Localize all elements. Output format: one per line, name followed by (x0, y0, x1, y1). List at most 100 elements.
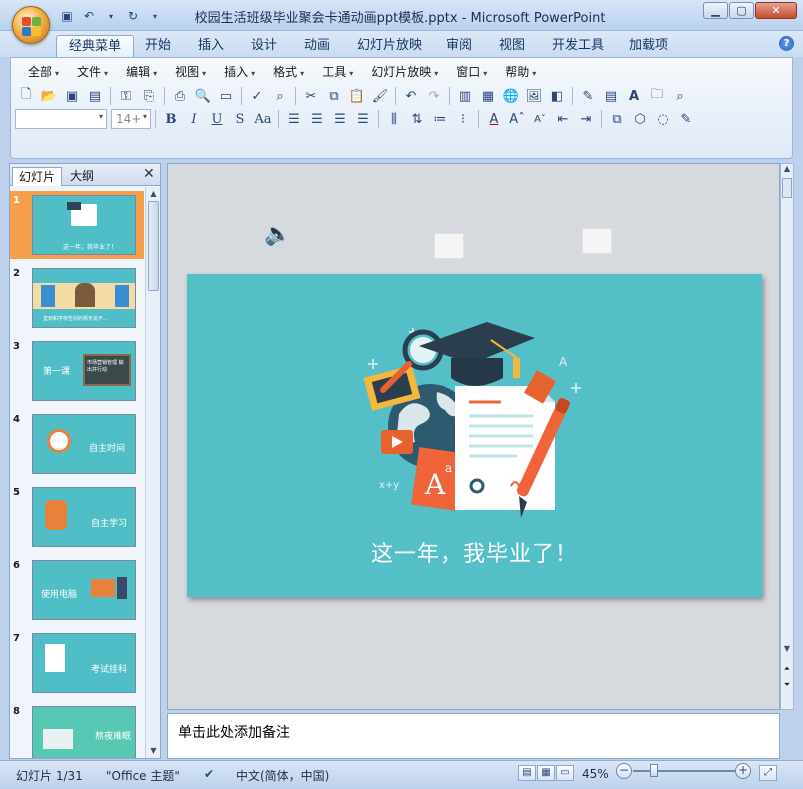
tab-slideshow[interactable]: 幻灯片放映 (345, 35, 434, 57)
fit-to-window-icon[interactable]: ⤢ (759, 765, 777, 781)
menu-help[interactable]: 帮助 ▾ (496, 64, 545, 80)
slideshow-view-icon[interactable]: ▭ (556, 765, 574, 781)
table-icon[interactable]: ▦ (477, 85, 499, 107)
tab-animations[interactable]: 动画 (292, 35, 342, 57)
attach-icon[interactable]: ⎘ (138, 85, 160, 107)
tab-insert[interactable]: 插入 (186, 35, 236, 57)
slide-thumbnail-2[interactable]: 2 直到和学校告别的那天说不... (10, 264, 144, 332)
effects-icon[interactable]: ◌ (652, 108, 674, 130)
arrange-icon[interactable]: ⧉ (606, 108, 628, 130)
align-right-icon[interactable]: ☰ (329, 108, 351, 130)
decrease-indent-icon[interactable]: ⇤ (552, 108, 574, 130)
scroll-down-icon[interactable]: ▼ (146, 744, 161, 758)
columns-icon[interactable]: ⫼ (383, 108, 405, 130)
print-icon[interactable]: ⎙ (169, 85, 191, 107)
draw-icon[interactable]: ✎ (675, 108, 697, 130)
thumbnail-scrollbar[interactable]: ▲ ▼ (145, 187, 160, 758)
pane-close-icon[interactable]: ✕ (143, 166, 155, 182)
open-icon[interactable]: 📂 (38, 85, 60, 107)
justify-icon[interactable]: ☰ (352, 108, 374, 130)
placeholder-box[interactable] (434, 233, 464, 259)
paste-icon[interactable]: 📋 (346, 85, 368, 107)
slide-sorter-view-icon[interactable]: ▦ (537, 765, 555, 781)
permission-icon[interactable]: ⚿ (115, 85, 137, 107)
research-icon[interactable]: ⌕ (269, 85, 291, 107)
theme-name[interactable]: "Office 主题" (106, 767, 180, 784)
bullets-icon[interactable]: ⁝ (452, 108, 474, 130)
menu-view[interactable]: 视图 ▾ (166, 64, 215, 80)
zoom-in-icon[interactable]: + (735, 763, 751, 779)
tab-design[interactable]: 设计 (239, 35, 289, 57)
color-grayscale-icon[interactable]: ◧ (546, 85, 568, 107)
zoom-level[interactable]: 45% (582, 767, 609, 781)
slide-thumbnail-6[interactable]: 6 使用电脑 (10, 556, 144, 624)
print-preview-icon[interactable]: 🔍 (192, 85, 214, 107)
italic-icon[interactable]: I (183, 108, 205, 130)
office-button[interactable] (12, 6, 50, 44)
save-icon[interactable]: ▣ (61, 85, 83, 107)
help-icon[interactable]: ? (779, 36, 794, 51)
align-left-icon[interactable]: ☰ (283, 108, 305, 130)
tab-slides[interactable]: 幻灯片 (12, 167, 63, 186)
shapes-icon[interactable]: ⬡ (629, 108, 651, 130)
grow-font-icon[interactable]: Aˆ (506, 108, 528, 130)
spelling-check-icon[interactable]: ✔ (204, 767, 214, 781)
slide-title[interactable]: 这一年，我毕业了！ (187, 536, 762, 568)
dropdown-icon[interactable]: ▾ (102, 7, 120, 25)
change-case-icon[interactable]: Aa (252, 108, 274, 130)
redo-icon[interactable]: ↻ (124, 7, 142, 25)
hyperlink-icon[interactable]: 🌐 (500, 85, 522, 107)
save-as-icon[interactable]: ▤ (84, 85, 106, 107)
next-slide-icon[interactable]: ⏷ (781, 680, 793, 692)
slide-sorter-icon[interactable]: ▭ (215, 85, 237, 107)
new-icon[interactable]: 🗋 (15, 85, 37, 107)
undo-icon[interactable]: ↶ (400, 85, 422, 107)
notes-pane[interactable]: 单击此处添加备注 (167, 713, 780, 759)
new-slide-icon[interactable]: ✎ (577, 85, 599, 107)
font-name-select[interactable]: ▾ (15, 109, 107, 129)
slide-thumbnail-4[interactable]: 4 自主时间 (10, 410, 144, 478)
tab-classic-menu[interactable]: 经典菜单 (56, 35, 135, 57)
slide-thumbnail-1[interactable]: 1 这一年，我毕业了！ (10, 191, 144, 259)
scroll-up-icon[interactable]: ▲ (781, 164, 793, 176)
slide-thumbnail-5[interactable]: 5 自主学习 (10, 483, 144, 551)
shrink-font-icon[interactable]: Aˇ (529, 108, 551, 130)
copy-icon[interactable]: ⧉ (323, 85, 345, 107)
font-color-icon[interactable]: A (483, 108, 505, 130)
bold-icon[interactable]: B (160, 108, 182, 130)
format-painter-icon[interactable]: 🖌 (369, 85, 391, 107)
menu-insert[interactable]: 插入 ▾ (215, 64, 264, 80)
previous-slide-icon[interactable]: ⏶ (781, 664, 793, 676)
menu-edit[interactable]: 编辑 ▾ (117, 64, 166, 80)
tab-outline[interactable]: 大纲 (64, 167, 100, 186)
slide-thumbnail-8[interactable]: 8 熬夜难眠 (10, 702, 144, 758)
numbering-icon[interactable]: ≔ (429, 108, 451, 130)
maximize-button[interactable]: ▢ (729, 2, 754, 19)
redo-icon[interactable]: ↷ (423, 85, 445, 107)
folder-icon[interactable]: 🗀 (646, 85, 668, 107)
slide-thumbnail-7[interactable]: 7 考试挂科 (10, 629, 144, 697)
text-direction-icon[interactable]: ⇅ (406, 108, 428, 130)
menu-tools[interactable]: 工具 ▾ (313, 64, 362, 80)
current-slide[interactable]: A x+y A a 这一年，我毕业了！ (187, 274, 762, 597)
tab-addins[interactable]: 加载项 (617, 35, 680, 57)
underline-icon[interactable]: U (206, 108, 228, 130)
close-button[interactable]: ✕ (755, 2, 797, 19)
zoom-out-icon[interactable]: − (616, 763, 632, 779)
zoom-slider-thumb[interactable] (650, 764, 658, 777)
scroll-down-icon[interactable]: ▼ (781, 644, 793, 656)
slide-thumbnail-3[interactable]: 3 第一课 市场营销管理 输出并行动 (10, 337, 144, 405)
picture-icon[interactable]: 🖼 (523, 85, 545, 107)
menu-slideshow[interactable]: 幻灯片放映 ▾ (362, 64, 447, 80)
increase-indent-icon[interactable]: ⇥ (575, 108, 597, 130)
menu-all[interactable]: 全部 ▾ (19, 64, 68, 80)
textbox-icon[interactable]: A (623, 85, 645, 107)
shadow-icon[interactable]: S (229, 108, 251, 130)
tab-review[interactable]: 审阅 (434, 35, 484, 57)
placeholder-box[interactable] (582, 228, 612, 254)
speaker-icon[interactable]: 🔈 (264, 222, 291, 247)
tab-developer[interactable]: 开发工具 (540, 35, 616, 57)
language-indicator[interactable]: 中文(简体，中国) (236, 767, 329, 784)
tab-view[interactable]: 视图 (487, 35, 537, 57)
zoom-icon[interactable]: ⌕ (669, 85, 691, 107)
